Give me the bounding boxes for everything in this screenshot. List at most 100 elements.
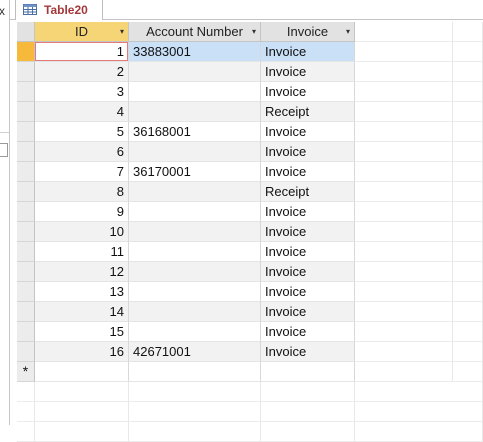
row-selector[interactable] bbox=[17, 102, 35, 122]
chevron-down-icon[interactable]: ▾ bbox=[252, 22, 256, 41]
table-cell-account[interactable] bbox=[129, 82, 261, 102]
table-cell-type[interactable]: Invoice bbox=[261, 222, 355, 242]
chevron-down-icon[interactable]: ▾ bbox=[346, 22, 350, 41]
table-cell-type[interactable]: Invoice bbox=[261, 282, 355, 302]
table-cell-type[interactable]: Invoice bbox=[261, 122, 355, 142]
row-selector[interactable] bbox=[17, 42, 35, 62]
empty-area bbox=[261, 402, 355, 422]
table-cell-id[interactable]: 6 bbox=[35, 142, 129, 162]
empty-area bbox=[355, 402, 483, 422]
table-cell-id[interactable]: 5 bbox=[35, 122, 129, 142]
table-cell-type[interactable]: Receipt bbox=[261, 182, 355, 202]
tab-label: Table20 bbox=[44, 3, 88, 17]
table-cell-account[interactable] bbox=[129, 222, 261, 242]
table-cell-account[interactable] bbox=[129, 102, 261, 122]
table-cell-type[interactable]: Receipt bbox=[261, 102, 355, 122]
table-cell-account[interactable]: 42671001 bbox=[129, 342, 261, 362]
table-cell-account[interactable] bbox=[129, 302, 261, 322]
table-cell-type[interactable]: Invoice bbox=[261, 162, 355, 182]
row-selector[interactable] bbox=[17, 162, 35, 182]
table-cell-account[interactable] bbox=[129, 282, 261, 302]
empty-area bbox=[355, 122, 453, 142]
row-selector[interactable] bbox=[17, 122, 35, 142]
table-cell-id[interactable]: 13 bbox=[35, 282, 129, 302]
row-selector[interactable] bbox=[17, 262, 35, 282]
empty-area bbox=[355, 242, 453, 262]
table-cell-id[interactable]: 2 bbox=[35, 62, 129, 82]
table-cell-id[interactable]: 16 bbox=[35, 342, 129, 362]
table-cell-account[interactable]: 36170001 bbox=[129, 162, 261, 182]
empty-area bbox=[17, 422, 35, 442]
table-cell-id[interactable]: 9 bbox=[35, 202, 129, 222]
table-cell-id[interactable]: 15 bbox=[35, 322, 129, 342]
row-selector[interactable] bbox=[17, 282, 35, 302]
column-header-label: Account Number bbox=[146, 24, 243, 39]
new-record-cell[interactable] bbox=[261, 362, 355, 382]
table-cell-id[interactable]: 3 bbox=[35, 82, 129, 102]
column-header-id[interactable]: ID ▾ bbox=[35, 22, 129, 42]
empty-area bbox=[453, 282, 483, 302]
empty-area bbox=[35, 422, 129, 442]
table-cell-account[interactable]: 33883001 bbox=[129, 42, 261, 62]
empty-area bbox=[355, 22, 453, 42]
row-selector[interactable] bbox=[17, 342, 35, 362]
row-selector[interactable] bbox=[17, 82, 35, 102]
table-cell-account[interactable] bbox=[129, 62, 261, 82]
table-cell-account[interactable] bbox=[129, 262, 261, 282]
column-header-label: ID bbox=[75, 24, 88, 39]
table-cell-id[interactable]: 7 bbox=[35, 162, 129, 182]
table-cell-account[interactable] bbox=[129, 202, 261, 222]
table-cell-type[interactable]: Invoice bbox=[261, 82, 355, 102]
empty-area bbox=[355, 202, 453, 222]
select-all-corner[interactable] bbox=[17, 22, 35, 42]
tab-table20[interactable]: Table20 bbox=[15, 0, 103, 20]
empty-area bbox=[453, 182, 483, 202]
table-cell-account[interactable] bbox=[129, 242, 261, 262]
row-selector[interactable] bbox=[17, 322, 35, 342]
column-header-account-number[interactable]: Account Number ▾ bbox=[129, 22, 261, 42]
row-selector[interactable] bbox=[17, 302, 35, 322]
table-cell-id[interactable]: 10 bbox=[35, 222, 129, 242]
empty-area bbox=[355, 382, 483, 402]
new-record-cell[interactable] bbox=[35, 362, 129, 382]
table-cell-type[interactable]: Invoice bbox=[261, 302, 355, 322]
table-cell-type[interactable]: Invoice bbox=[261, 42, 355, 62]
table-cell-type[interactable]: Invoice bbox=[261, 322, 355, 342]
table-cell-type[interactable]: Invoice bbox=[261, 62, 355, 82]
empty-area bbox=[129, 422, 261, 442]
table-cell-id[interactable]: 8 bbox=[35, 182, 129, 202]
table-cell-account[interactable] bbox=[129, 182, 261, 202]
empty-area bbox=[17, 402, 35, 422]
empty-area bbox=[17, 382, 35, 402]
empty-area bbox=[355, 222, 453, 242]
empty-area bbox=[355, 182, 453, 202]
search-input[interactable] bbox=[0, 143, 8, 157]
row-selector[interactable] bbox=[17, 202, 35, 222]
empty-area bbox=[355, 82, 453, 102]
table-cell-account[interactable] bbox=[129, 142, 261, 162]
close-icon[interactable]: x bbox=[0, 5, 5, 17]
new-record-cell[interactable] bbox=[129, 362, 261, 382]
table-cell-type[interactable]: Invoice bbox=[261, 202, 355, 222]
row-selector[interactable] bbox=[17, 222, 35, 242]
document-tab-strip: Table20 bbox=[10, 0, 483, 20]
table-cell-type[interactable]: Invoice bbox=[261, 142, 355, 162]
table-cell-type[interactable]: Invoice bbox=[261, 262, 355, 282]
row-selector[interactable] bbox=[17, 142, 35, 162]
column-header-invoice[interactable]: Invoice ▾ bbox=[261, 22, 355, 42]
table-cell-id[interactable]: 14 bbox=[35, 302, 129, 322]
table-cell-account[interactable]: 36168001 bbox=[129, 122, 261, 142]
table-cell-id[interactable]: 4 bbox=[35, 102, 129, 122]
empty-area bbox=[453, 142, 483, 162]
table-cell-id[interactable]: 12 bbox=[35, 262, 129, 282]
row-selector[interactable] bbox=[17, 182, 35, 202]
table-cell-type[interactable]: Invoice bbox=[261, 242, 355, 262]
empty-area bbox=[453, 82, 483, 102]
chevron-down-icon[interactable]: ▾ bbox=[120, 22, 124, 41]
row-selector[interactable] bbox=[17, 242, 35, 262]
table-cell-account[interactable] bbox=[129, 322, 261, 342]
row-selector[interactable] bbox=[17, 62, 35, 82]
table-cell-type[interactable]: Invoice bbox=[261, 342, 355, 362]
table-cell-id[interactable]: 11 bbox=[35, 242, 129, 262]
table-cell-id[interactable]: 1 bbox=[35, 42, 129, 62]
